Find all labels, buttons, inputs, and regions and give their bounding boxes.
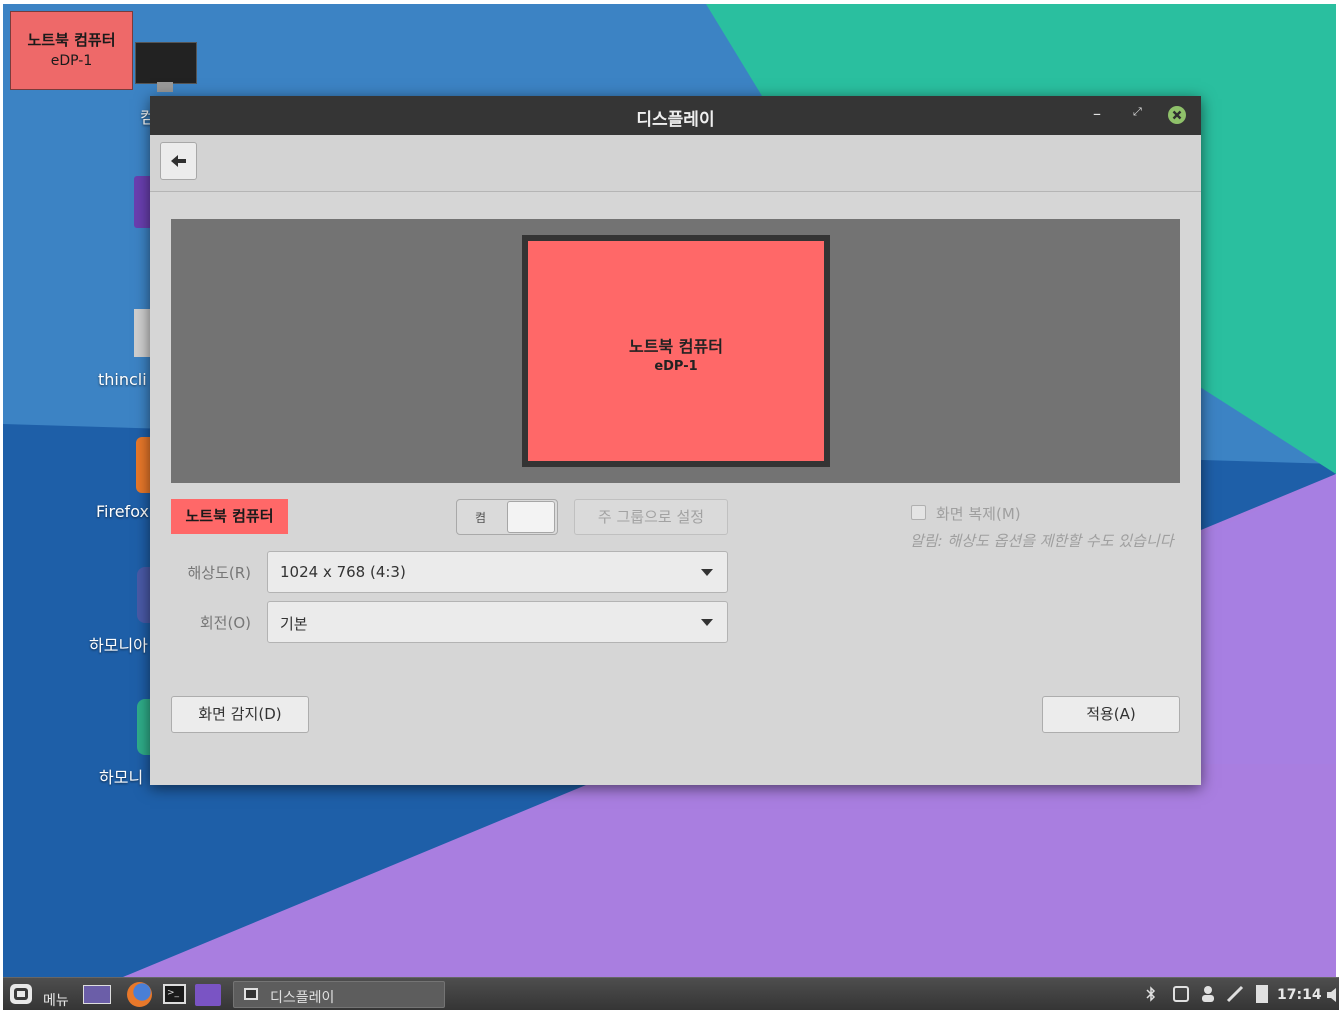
monitor-preview-port: eDP-1 (654, 359, 698, 374)
computer-icon[interactable] (131, 38, 197, 92)
switch-knob[interactable] (507, 501, 555, 533)
menu-button[interactable]: 메뉴 (7, 981, 73, 1009)
mirror-displays-checkbox[interactable] (911, 505, 926, 520)
apply-button[interactable]: 적용(A) (1042, 696, 1180, 733)
desktop-label-thinclient: thincli (98, 370, 147, 389)
files-launcher-icon[interactable] (195, 984, 221, 1006)
desktop-label-firefox: Firefox (96, 502, 149, 521)
back-arrow-icon (171, 155, 186, 167)
clock[interactable]: 17:14 (1277, 987, 1322, 1003)
switch-on-label: 켬 (475, 511, 487, 525)
bluetooth-icon[interactable] (1146, 986, 1156, 1002)
maximize-button[interactable]: ⤢ (1133, 105, 1142, 119)
close-icon (1172, 110, 1182, 120)
desktop-label-harmonia: 하모니아 (89, 636, 148, 655)
close-button[interactable] (1168, 106, 1186, 124)
rotation-dropdown[interactable]: 기본 (267, 601, 728, 643)
chevron-down-icon (701, 569, 713, 576)
resolution-dropdown[interactable]: 1024 x 768 (4:3) (267, 551, 728, 593)
minimize-button[interactable]: – (1093, 104, 1101, 123)
mirror-note: 알림: 해상도 옵션을 제한할 수도 있습니다 (910, 532, 1174, 550)
back-button[interactable] (160, 142, 197, 180)
set-primary-button[interactable]: 주 그룹으로 설정 (574, 499, 728, 535)
display-window-icon (244, 988, 258, 1000)
chevron-down-icon (701, 619, 713, 626)
monitor-arrangement-area[interactable]: 노트북 컴퓨터 eDP-1 (171, 219, 1180, 483)
monitor-preview[interactable]: 노트북 컴퓨터 eDP-1 (522, 235, 830, 467)
detect-displays-button[interactable]: 화면 감지(D) (171, 696, 309, 733)
resolution-value: 1024 x 768 (4:3) (280, 563, 406, 581)
volume-icon[interactable] (1327, 987, 1337, 1002)
mirror-displays-label[interactable]: 화면 복제(M) (936, 503, 1021, 524)
mint-logo-icon (10, 984, 32, 1004)
menu-label: 메뉴 (43, 993, 69, 1009)
firefox-launcher-icon[interactable] (127, 982, 152, 1007)
rotation-value: 기본 (280, 615, 308, 633)
identify-monitor-name: 노트북 컴퓨터 (27, 31, 116, 49)
taskbar: 메뉴 >_ 디스플레이 17:14 (3, 977, 1339, 1010)
taskbar-window-button[interactable]: 디스플레이 (233, 981, 445, 1008)
network-icon[interactable] (1173, 986, 1189, 1002)
user-icon[interactable] (1200, 985, 1216, 1003)
pen-icon[interactable] (1226, 985, 1244, 1003)
window-titlebar[interactable]: 디스플레이 – ⤢ (150, 96, 1201, 135)
monitor-identify-popup: 노트북 컴퓨터 eDP-1 (10, 11, 133, 90)
resolution-label: 해상도(R) (187, 564, 251, 582)
rotation-label: 회전(O) (199, 614, 251, 632)
terminal-launcher-icon[interactable]: >_ (163, 984, 186, 1004)
show-desktop-icon[interactable] (83, 985, 111, 1004)
window-toolbar (150, 135, 1201, 192)
monitor-preview-name: 노트북 컴퓨터 (629, 337, 723, 356)
output-name-badge: 노트북 컴퓨터 (171, 499, 288, 534)
output-enable-switch[interactable]: 켬 (456, 499, 558, 535)
window-title: 디스플레이 (636, 110, 715, 130)
desktop-label-harmonia-tools: 하모니 (99, 768, 144, 787)
battery-icon[interactable] (1256, 985, 1268, 1003)
taskbar-window-label: 디스플레이 (270, 990, 335, 1006)
identify-monitor-port: eDP-1 (50, 53, 93, 69)
display-settings-window: 디스플레이 – ⤢ 노트북 컴퓨터 eDP-1 노트북 컴퓨터 켬 주 그룹으로… (150, 96, 1201, 785)
